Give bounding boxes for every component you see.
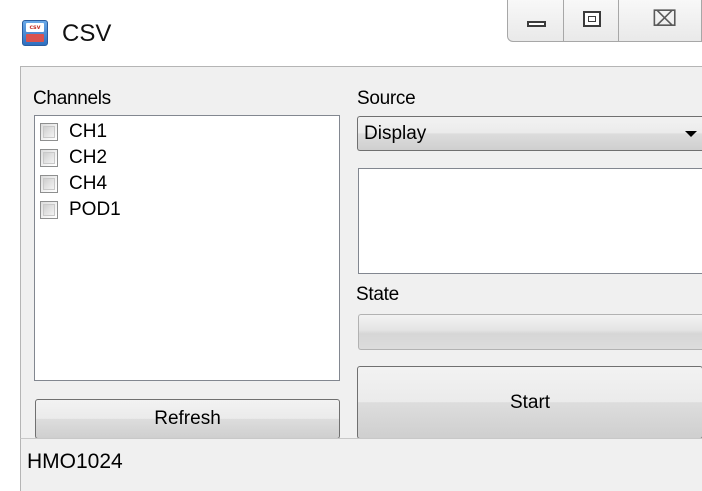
floppy-disk-icon[interactable]: csv: [22, 20, 48, 46]
refresh-button[interactable]: Refresh: [35, 399, 340, 439]
state-progress-bar: [358, 314, 702, 350]
channel-item-ch1[interactable]: CH1: [40, 119, 330, 145]
minimize-icon: [527, 21, 546, 27]
channel-label: CH4: [69, 173, 108, 194]
maximize-icon: [583, 11, 601, 27]
checkbox[interactable]: [40, 175, 58, 193]
chevron-down-icon: [685, 131, 697, 137]
app-icon-red-strip: [26, 34, 44, 42]
caption-buttons: ⌧: [507, 0, 702, 42]
channel-label: POD1: [69, 199, 121, 220]
state-label: State: [356, 284, 399, 305]
source-label: Source: [357, 88, 416, 109]
csv-window: csv CSV ⌧ Channels CH1 CH2 CH4 POD1 Refr…: [0, 0, 702, 491]
channel-item-ch4[interactable]: CH4: [40, 171, 330, 197]
minimize-button[interactable]: [508, 0, 564, 41]
client-area: Channels CH1 CH2 CH4 POD1 Refresh Source…: [20, 66, 702, 439]
close-button[interactable]: ⌧: [619, 0, 702, 41]
channel-item-ch2[interactable]: CH2: [40, 145, 330, 171]
channel-label: CH2: [69, 147, 108, 168]
status-bar: HMO1024: [20, 438, 702, 491]
channel-label: CH1: [69, 121, 108, 142]
device-status-text: HMO1024: [27, 450, 123, 473]
checkbox[interactable]: [40, 149, 58, 167]
source-selected-value: Display: [364, 123, 427, 144]
channel-item-pod1[interactable]: POD1: [40, 197, 330, 223]
checkbox[interactable]: [40, 201, 58, 219]
window-title: CSV: [62, 20, 112, 47]
close-icon: ⌧: [652, 7, 678, 32]
app-icon-label-strip: csv: [26, 23, 44, 32]
channels-label: Channels: [33, 88, 111, 109]
info-box: [358, 168, 702, 274]
channels-checklist[interactable]: CH1 CH2 CH4 POD1: [34, 115, 340, 381]
checkbox[interactable]: [40, 123, 58, 141]
title-bar[interactable]: csv CSV ⌧: [0, 0, 702, 66]
source-dropdown[interactable]: Display: [357, 116, 702, 151]
maximize-button[interactable]: [564, 0, 619, 41]
start-button[interactable]: Start: [357, 366, 702, 439]
